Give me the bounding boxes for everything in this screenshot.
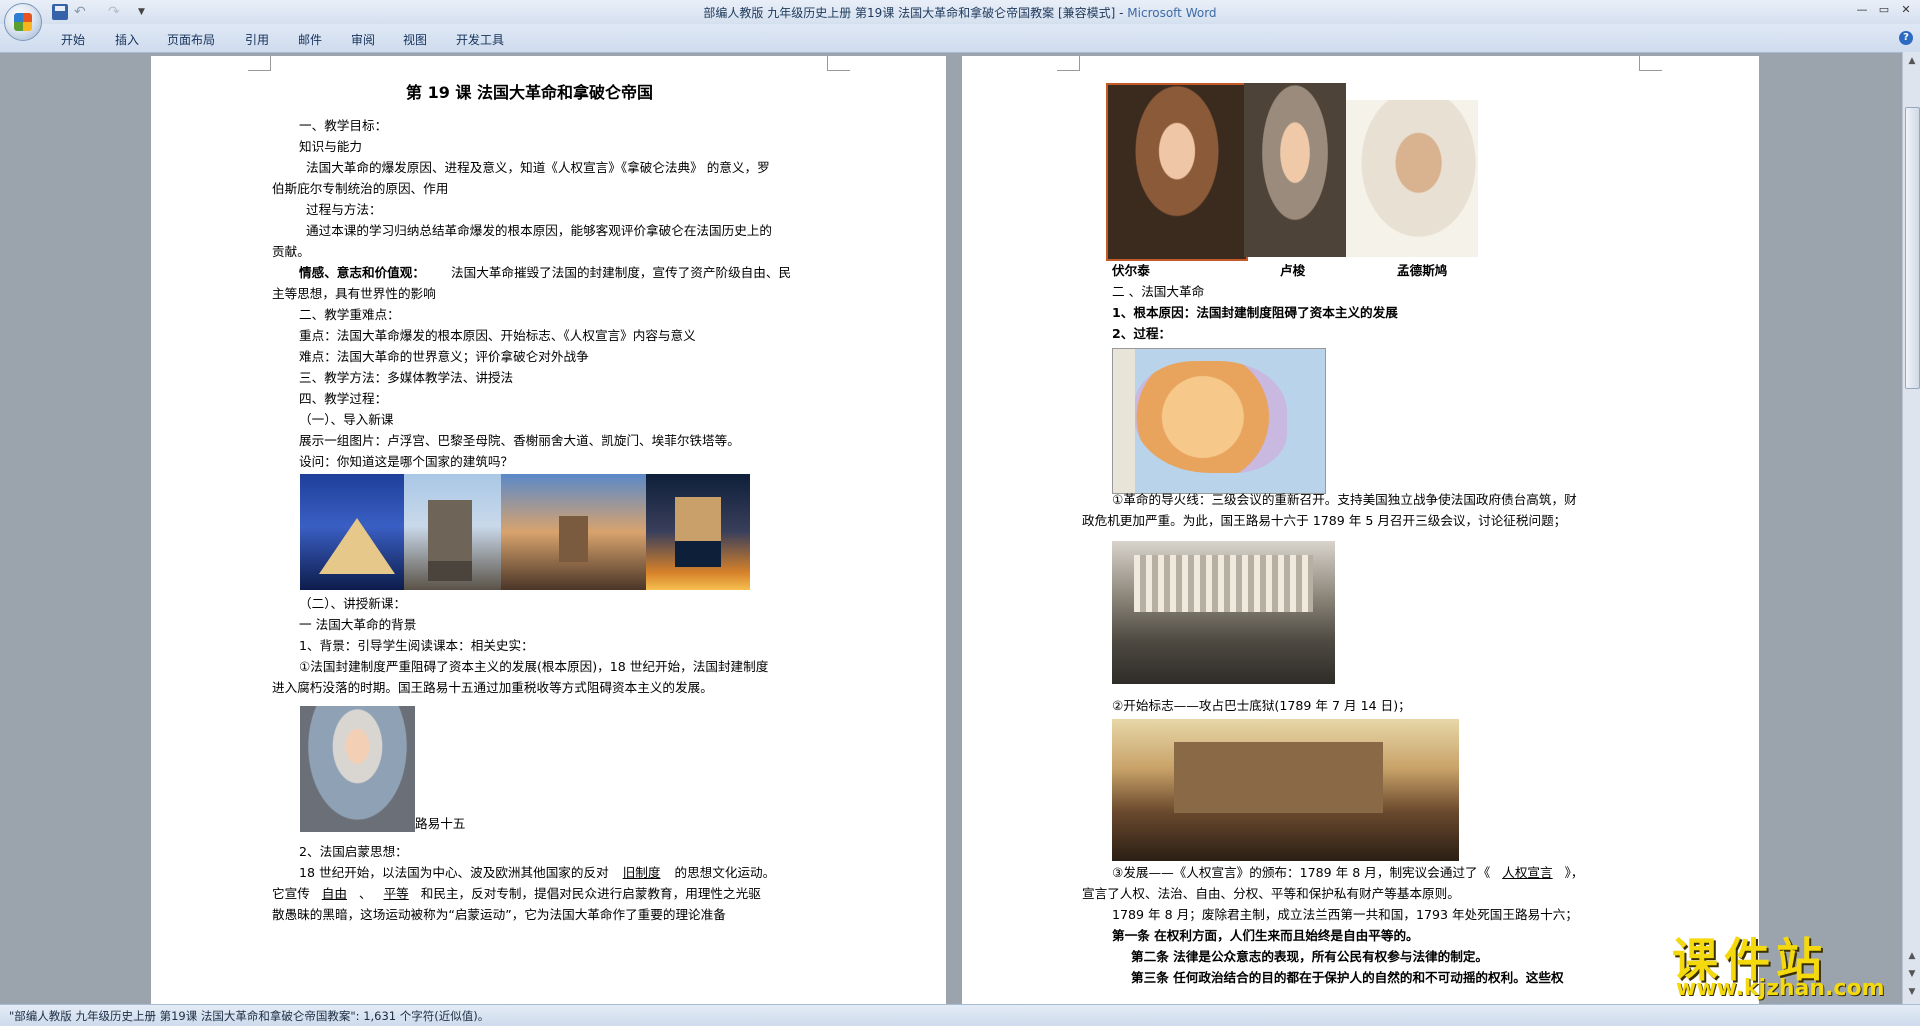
tab-review[interactable]: 审阅 [351, 31, 375, 48]
text-line: 2、法国启蒙思想： [299, 844, 408, 859]
voltaire-portrait [1106, 83, 1248, 261]
text-line: ①革命的导火线：三级会议的重新召开。支持美国独立战争使法国政府债台高筑，财 [1112, 492, 1577, 507]
crop-mark [1639, 56, 1662, 71]
text-line: 重点：法国大革命爆发的根本原因、开始标志、《人权宣言》内容与意义 [299, 328, 696, 343]
portrait-name: 卢梭 [1280, 263, 1306, 278]
document-page-left[interactable]: 第 19 课 法国大革命和拿破仑帝国 一、教学目标： 知识与能力 法国大革命的爆… [151, 56, 946, 1004]
text-line-bold: 第三条 任何政治结合的目的都在于保护人的自然的和不可动摇的权利。这些权 [1131, 970, 1564, 985]
tab-home[interactable]: 开始 [61, 31, 85, 48]
text-line: 18 世纪开始，以法国为中心、波及欧洲其他国家的反对 旧制度 的思想文化运动。 [299, 865, 776, 880]
text-line: 四、教学过程： [299, 391, 388, 406]
text-line-bold: 情感、意志和价值观： [299, 265, 425, 280]
text-line-bold: 1、根本原因：法国封建制度阻碍了资本主义的发展 [1112, 305, 1398, 320]
arc-de-triomphe-photo [646, 474, 750, 590]
text-line: ③发展——《人权宣言》的颁布：1789 年 8 月，制宪议会通过了《 人权宣言 》， [1112, 865, 1584, 880]
text-line: 一 法国大革命的背景 [299, 617, 417, 632]
close-button[interactable]: ✕ [1896, 2, 1916, 18]
text-line: 政危机更加严重。为此，国王路易十六于 1789 年 5 月召开三级会议，讨论征税… [1082, 513, 1567, 528]
text-line: 它宣传 自由、平等 和民主，反对专制，提倡对民众进行启蒙教育，用理性之光驱 [272, 886, 761, 901]
text-line-bold: 2、过程： [1112, 326, 1172, 341]
window-title: 部编人教版 九年级历史上册 第19课 法国大革命和拿破仑帝国教案 [兼容模式] … [0, 4, 1920, 21]
text-line: 二、教学重难点： [299, 307, 400, 322]
document-page-right[interactable]: 伏尔泰 卢梭 孟德斯鸠 二 、法国大革命 1、根本原因：法国封建制度阻碍了资本主… [962, 56, 1759, 1004]
text-line: 难点：法国大革命的世界意义；评价拿破仑对外战争 [299, 349, 589, 364]
tab-view[interactable]: 视图 [403, 31, 427, 48]
status-text: "部编人教版 九年级历史上册 第19课 法国大革命和拿破仑帝国教案": 1,63… [9, 1009, 490, 1023]
text-line: 贡献。 [272, 244, 310, 259]
rousseau-portrait [1244, 83, 1346, 257]
text-line: 法国大革命的爆发原因、进程及意义，知道《人权宣言》《拿破仑法典》 的意义，罗 [306, 160, 770, 175]
text-line: 展示一组图片：卢浮宫、巴黎圣母院、香榭丽舍大道、凯旋门、埃菲尔铁塔等。 [299, 433, 740, 448]
office-button[interactable] [4, 3, 42, 41]
louis-xv-portrait [300, 706, 415, 832]
tab-insert[interactable]: 插入 [115, 31, 139, 48]
revolution-map [1112, 348, 1326, 494]
text-line-bold: 第二条 法律是公众意志的表现，所有公民有权参与法律的制定。 [1131, 949, 1489, 964]
tab-page-layout[interactable]: 页面布局 [167, 31, 215, 48]
text-line-bold: 第一条 在权利方面，人们生来而且始终是自由平等的。 [1112, 928, 1419, 943]
text-line: 散愚昧的黑暗，这场运动被称为“启蒙运动”，它为法国大革命作了重要的理论准备 [272, 907, 726, 922]
status-bar: "部编人教版 九年级历史上册 第19课 法国大革命和拿破仑帝国教案": 1,63… [0, 1004, 1920, 1026]
text-line: 1789 年 8 月；废除君主制，成立法兰西第一共和国，1793 年处死国王路易… [1112, 907, 1578, 922]
blank-old-system: 旧制度 [622, 865, 661, 880]
office-logo-icon [14, 13, 32, 31]
scrollbar-thumb[interactable] [1905, 107, 1920, 389]
text-line: 三、教学方法：多媒体教学法、讲授法 [299, 370, 514, 385]
portrait-name: 孟德斯鸠 [1397, 263, 1448, 278]
text-line: 主等思想，具有世界性的影响 [272, 286, 436, 301]
text-line: 过程与方法： [306, 202, 382, 217]
watermark-url: www.kjzhan.com [1676, 976, 1885, 1001]
portrait-name: 伏尔泰 [1112, 263, 1150, 278]
text-line: ②开始标志——攻占巴士底狱(1789 年 7 月 14 日)； [1112, 698, 1411, 713]
notre-dame-photo [404, 474, 501, 590]
document-title: 部编人教版 九年级历史上册 第19课 法国大革命和拿破仑帝国教案 [兼容模式] … [703, 6, 1128, 20]
crop-mark [1057, 56, 1080, 71]
ribbon-tabs: 开始 插入 页面布局 引用 邮件 审阅 视图 开发工具 ? [0, 24, 1920, 53]
tab-developer[interactable]: 开发工具 [456, 31, 504, 48]
storming-of-bastille-image [1112, 719, 1459, 861]
crop-mark [827, 56, 850, 71]
text-line: 一、教学目标： [299, 118, 388, 133]
champs-elysees-photo [501, 474, 646, 590]
text-line: 设问：你知道这是哪个国家的建筑吗？ [299, 454, 514, 469]
text-line: 法国大革命摧毁了法国的封建制度，宣传了资产阶级自由、民 [451, 265, 792, 280]
text-line: （二）、讲授新课： [299, 596, 407, 611]
text-line: 二 、法国大革命 [1112, 284, 1205, 299]
text-line: 宣言了人权、法治、自由、分权、平等和保护私有财产等基本原则。 [1082, 886, 1460, 901]
app-name: Microsoft Word [1127, 6, 1217, 20]
text-line: 1、背景：引导学生阅读课本：相关史实： [299, 638, 534, 653]
help-icon[interactable]: ? [1899, 31, 1913, 45]
text-line: （一）、导入新课 [299, 412, 394, 427]
tab-mailings[interactable]: 邮件 [298, 31, 322, 48]
blank-declaration: 人权宣言 [1502, 865, 1553, 880]
text-line: 伯斯庇尔专制统治的原因、作用 [272, 181, 449, 196]
blank-equality: 平等 [383, 886, 409, 901]
text-line: ①法国封建制度严重阻碍了资本主义的发展(根本原因)，18 世纪开始，法国封建制度 [299, 659, 769, 674]
estates-general-image [1112, 541, 1335, 684]
crop-mark [248, 56, 271, 71]
text-line: 通过本课的学习归纳总结革命爆发的根本原因，能够客观评价拿破仑在法国历史上的 [306, 223, 772, 238]
blank-freedom: 自由 [321, 886, 347, 901]
text-line: 进入腐朽没落的时期。国王路易十五通过加重税收等方式阻碍资本主义的发展。 [272, 680, 713, 695]
louvre-photo [300, 474, 404, 590]
maximize-button[interactable]: ▭ [1874, 2, 1894, 18]
watermark: 课件站 www.kjzhan.com [1672, 924, 1908, 1004]
text-line: 知识与能力 [299, 139, 362, 154]
portrait-caption: 路易十五 [415, 816, 466, 831]
scroll-up-icon[interactable]: ▲ [1906, 55, 1918, 67]
lesson-title: 第 19 课 法国大革命和拿破仑帝国 [406, 83, 653, 102]
title-bar: ↶ ↷ ▼ 部编人教版 九年级历史上册 第19课 法国大革命和拿破仑帝国教案 [… [0, 0, 1920, 25]
vertical-scrollbar[interactable]: ▲ ▲ ▼ ▼ [1902, 52, 1920, 1004]
tab-references[interactable]: 引用 [245, 31, 269, 48]
minimize-button[interactable]: — [1852, 2, 1872, 18]
montesquieu-portrait [1346, 100, 1478, 257]
